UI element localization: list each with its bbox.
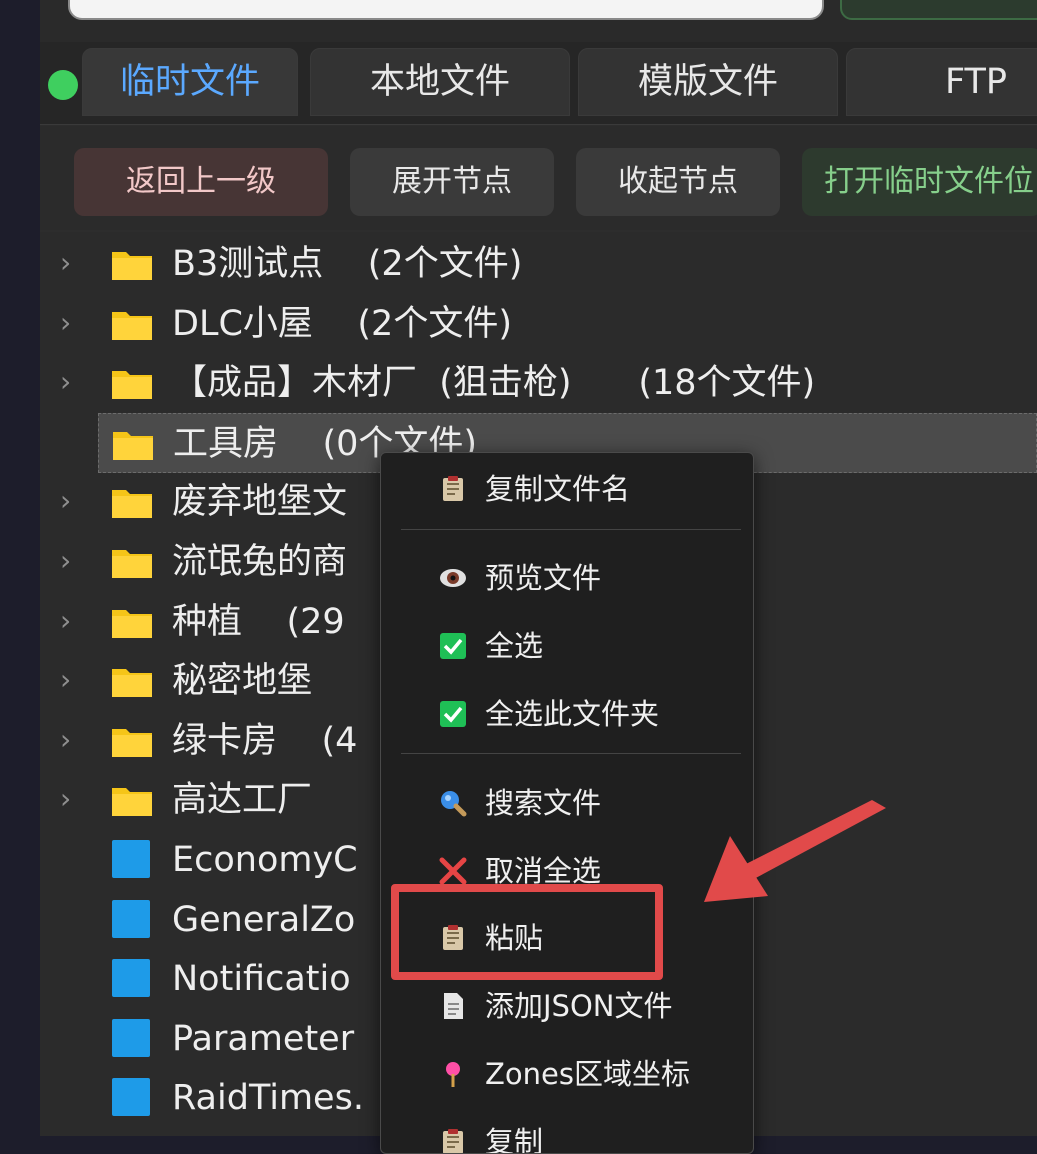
menu-item-label: 复制 (485, 1125, 544, 1154)
tab-temp-files[interactable]: 临时文件 (82, 48, 298, 116)
folder-icon (112, 606, 152, 638)
checkbox-checked-icon (439, 700, 467, 728)
chevron-right-icon[interactable]: › (60, 365, 80, 399)
tree-item-label: GeneralZo (172, 899, 356, 940)
tree-folder-row[interactable]: › DLC小屋 (2个文件) (40, 294, 1037, 354)
tree-folder-row[interactable]: › 【成品】木材厂 (狙击枪) (18个文件) (40, 353, 1037, 413)
chevron-right-icon[interactable]: › (60, 604, 80, 638)
file-icon (112, 840, 150, 878)
menu-item[interactable]: 复制 (381, 1112, 753, 1154)
menu-item[interactable]: 预览文件 (381, 548, 753, 608)
tree-item-label: 流氓兔的商 (172, 542, 348, 582)
tree-item-label: 秘密地堡 (172, 661, 313, 702)
eye-icon (439, 564, 467, 592)
menu-item[interactable]: 搜索文件 (381, 773, 753, 833)
menu-separator (401, 753, 741, 754)
collapse-nodes-button[interactable]: 收起节点 (576, 148, 780, 216)
tree-item-label: DLC小屋 (2个文件) (172, 303, 512, 344)
clipboard-icon (439, 1128, 467, 1153)
magnifier-icon (439, 789, 467, 817)
checkbox-checked-icon (439, 632, 467, 660)
folder-icon (112, 784, 152, 817)
menu-item-label: 搜索文件 (485, 786, 602, 820)
tree-item-label: 绿卡房 (4 (172, 720, 358, 761)
chevron-right-icon[interactable]: › (60, 663, 80, 697)
chevron-right-icon[interactable]: › (60, 782, 80, 816)
folder-icon (113, 428, 153, 460)
menu-item-label: 全选此文件夹 (485, 697, 660, 731)
menu-item[interactable]: 全选此文件夹 (381, 684, 753, 744)
top-bar (40, 0, 1037, 42)
menu-item-label: 复制文件名 (485, 472, 631, 506)
folder-icon (112, 486, 152, 519)
tree-item-label: EconomyC (172, 840, 358, 880)
highlight-box (391, 884, 663, 980)
menu-item[interactable]: Zones区域坐标 (381, 1044, 753, 1104)
file-icon (112, 959, 150, 998)
status-dot-icon (48, 70, 78, 100)
folder-icon (112, 665, 152, 698)
search-input[interactable] (68, 0, 824, 20)
tree-item-label: 废弃地堡文 (172, 482, 348, 523)
tree-item-label: RaidTimes. (172, 1078, 364, 1119)
menu-item[interactable]: 复制文件名 (381, 459, 753, 519)
tree-folder-row[interactable]: › B3测试点 (2个文件) (40, 234, 1037, 294)
chevron-right-icon[interactable]: › (60, 544, 80, 578)
chevron-right-icon[interactable]: › (60, 723, 80, 757)
tree-item-label: 【成品】木材厂 (狙击枪) (18个文件) (172, 363, 816, 404)
file-icon (112, 899, 150, 938)
tab-local-files[interactable]: 本地文件 (310, 48, 570, 116)
menu-item-label: 添加JSON文件 (485, 989, 673, 1023)
tab-bar: 临时文件 本地文件 模版文件 FTP (40, 42, 1037, 125)
map-pin-icon (439, 1060, 467, 1088)
menu-item-label: 全选 (485, 629, 544, 663)
tree-item-label: 高达工厂 (172, 780, 313, 821)
file-icon (112, 1078, 150, 1117)
expand-nodes-button[interactable]: 展开节点 (350, 148, 554, 216)
folder-icon (112, 725, 152, 757)
menu-item-label: 预览文件 (485, 561, 602, 595)
folder-icon (112, 308, 152, 340)
file-icon (112, 1018, 150, 1057)
menu-item[interactable]: 添加JSON文件 (381, 976, 753, 1036)
tree-item-label: Notificatio (172, 959, 351, 1000)
chevron-right-icon[interactable]: › (60, 484, 80, 518)
tab-ftp[interactable]: FTP (846, 48, 1037, 116)
menu-separator (401, 529, 741, 530)
folder-icon (112, 367, 152, 400)
folder-icon (112, 546, 152, 578)
chevron-right-icon[interactable]: › (60, 306, 80, 340)
tab-template-files[interactable]: 模版文件 (578, 48, 838, 116)
tree-item-label: B3测试点 (2个文件) (172, 244, 523, 284)
menu-item[interactable]: 全选 (381, 616, 753, 676)
menu-item-label: Zones区域坐标 (485, 1057, 690, 1091)
toolbar: 返回上一级 展开节点 收起节点 打开临时文件位 (40, 126, 1037, 230)
clipboard-icon (439, 475, 467, 503)
back-button[interactable]: 返回上一级 (74, 148, 328, 216)
chevron-right-icon[interactable]: › (60, 246, 80, 280)
tree-item-label: 种植 (29 (172, 601, 345, 642)
folder-icon (112, 248, 152, 280)
tree-item-label: Parameter (172, 1018, 355, 1059)
close-x-icon (439, 857, 467, 885)
open-temp-folder-button[interactable]: 打开临时文件位 (802, 148, 1037, 216)
top-action-button[interactable] (840, 0, 1037, 20)
context-menu: 复制文件名 预览文件 全选 全选此文件夹 搜索文件 取消全选 粘贴 添加JSON文件 Zones… (380, 452, 754, 1154)
document-icon (439, 992, 467, 1020)
